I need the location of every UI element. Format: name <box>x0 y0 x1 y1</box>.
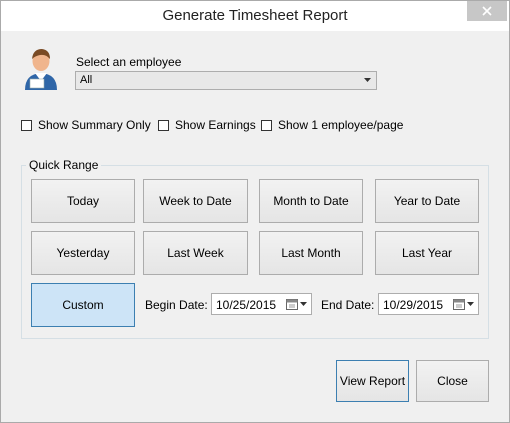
year-to-date-button[interactable]: Year to Date <box>375 179 479 223</box>
quick-range-title: Quick Range <box>26 158 102 172</box>
month-to-date-button[interactable]: Month to Date <box>259 179 363 223</box>
view-report-button[interactable]: View Report <box>336 360 409 402</box>
show-one-employee-label: Show 1 employee/page <box>278 118 404 132</box>
show-summary-label: Show Summary Only <box>38 118 151 132</box>
window-title: Generate Timesheet Report <box>162 7 348 24</box>
last-month-button[interactable]: Last Month <box>259 231 363 275</box>
chevron-down-icon <box>300 302 307 306</box>
begin-date-value: 10/25/2015 <box>216 298 277 312</box>
checkbox-box[interactable] <box>261 119 272 131</box>
show-one-employee-checkbox[interactable]: Show 1 employee/page <box>261 118 403 132</box>
close-button[interactable]: Close <box>416 360 489 402</box>
custom-button[interactable]: Custom <box>31 283 135 327</box>
begin-date-label: Begin Date: <box>145 298 208 312</box>
report-dialog: Generate Timesheet Report Select an empl… <box>0 0 510 423</box>
today-button[interactable]: Today <box>31 179 135 223</box>
user-avatar-icon <box>25 49 57 90</box>
employee-select[interactable]: All <box>75 71 377 90</box>
show-earnings-checkbox[interactable]: Show Earnings <box>158 118 256 132</box>
end-date-picker[interactable]: 10/29/2015 <box>378 293 479 315</box>
checkbox-box[interactable] <box>21 119 32 131</box>
chevron-down-icon <box>467 302 474 306</box>
last-week-button[interactable]: Last Week <box>143 231 248 275</box>
show-summary-checkbox[interactable]: Show Summary Only <box>21 118 151 132</box>
title-bar: Generate Timesheet Report <box>1 1 509 31</box>
end-date-label: End Date: <box>321 298 375 312</box>
yesterday-button[interactable]: Yesterday <box>31 231 135 275</box>
employee-select-value: All <box>80 74 93 86</box>
calendar-icon[interactable] <box>286 298 298 310</box>
week-to-date-button[interactable]: Week to Date <box>143 179 248 223</box>
close-icon <box>482 6 492 16</box>
checkbox-box[interactable] <box>158 119 169 131</box>
window-close-button[interactable] <box>467 1 507 21</box>
begin-date-picker[interactable]: 10/25/2015 <box>211 293 312 315</box>
show-earnings-label: Show Earnings <box>175 118 256 132</box>
employee-label: Select an employee <box>76 55 182 69</box>
end-date-value: 10/29/2015 <box>383 298 444 312</box>
calendar-icon[interactable] <box>453 298 465 310</box>
chevron-down-icon <box>364 78 371 82</box>
dialog-body: Select an employee All Show Summary Only… <box>9 31 501 414</box>
last-year-button[interactable]: Last Year <box>375 231 479 275</box>
